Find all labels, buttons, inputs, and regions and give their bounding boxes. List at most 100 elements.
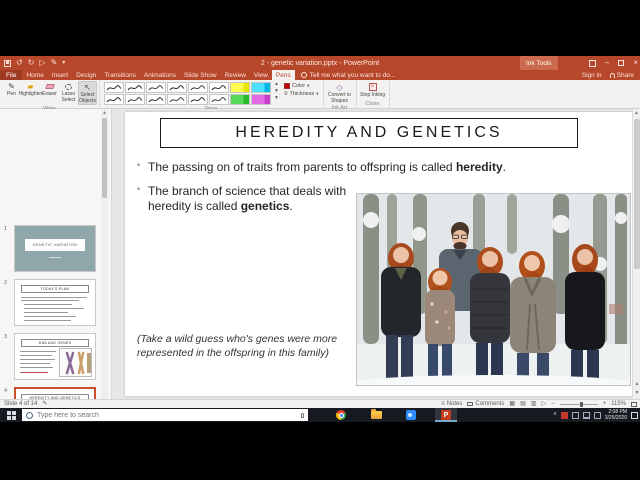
thumbnail-scrollbar[interactable]: ▲: [101, 109, 108, 399]
stop-inking-icon: ×: [368, 83, 377, 91]
volume-icon[interactable]: [593, 411, 601, 419]
tab-home[interactable]: Home: [22, 70, 47, 80]
lasso-select-button[interactable]: Lasso Select: [59, 81, 78, 103]
taskbar-powerpoint-button[interactable]: P: [435, 408, 457, 422]
close-icon[interactable]: ×: [633, 59, 638, 67]
slide-canvas[interactable]: HEREDITY AND GENETICS The passing on of …: [125, 112, 640, 396]
thumbnail-slide-3[interactable]: DNA AND GENES: [14, 333, 96, 380]
ink-thickness-dropdown[interactable]: ≡ Thickness ▾: [284, 91, 319, 97]
pen-style-tile[interactable]: [167, 82, 187, 93]
pen-style-tile[interactable]: [125, 94, 145, 105]
tab-design[interactable]: Design: [72, 70, 100, 80]
scroll-up-icon[interactable]: ▲: [633, 109, 640, 118]
slideshow-start-icon[interactable]: ▷: [39, 59, 45, 67]
tell-me-box[interactable]: Tell me what you want to do...: [295, 70, 402, 80]
gallery-more-icon[interactable]: ▼: [274, 95, 279, 101]
thumbnail-slide-1-subtitle-line: [49, 257, 61, 258]
highlighter-style-tile-cyan[interactable]: [251, 82, 271, 93]
slide-sorter-view-icon[interactable]: ▤: [520, 401, 526, 407]
select-objects-button[interactable]: ↖ Select Objects: [78, 81, 97, 105]
family-photo[interactable]: [343, 193, 640, 395]
pen-style-tile[interactable]: [146, 94, 166, 105]
pen-style-tile[interactable]: [104, 82, 124, 93]
scroll-up-icon[interactable]: ▲: [101, 109, 108, 117]
tray-app-icon[interactable]: [571, 411, 579, 419]
taskbar-chrome-button[interactable]: [330, 408, 352, 422]
zoom-slider[interactable]: [559, 401, 598, 407]
slideshow-view-icon[interactable]: ▷: [541, 401, 546, 407]
tab-animations[interactable]: Animations: [140, 70, 180, 80]
minimize-icon[interactable]: –: [605, 59, 609, 67]
taskbar-search[interactable]: [22, 409, 308, 421]
ink-indicator-icon: ✎: [42, 401, 48, 407]
reading-view-icon[interactable]: ▥: [531, 401, 537, 407]
slide-scrollbar[interactable]: ▲ ▲ ▼: [632, 109, 640, 399]
pen-style-tile[interactable]: [146, 82, 166, 93]
pen-style-gallery[interactable]: [104, 82, 271, 105]
thumbnail-slide-2[interactable]: TODAY'S PLAN: [14, 279, 96, 326]
pen-style-tile[interactable]: [209, 94, 229, 105]
tab-review[interactable]: Review: [221, 70, 250, 80]
tab-pens[interactable]: Pens: [271, 70, 295, 80]
gallery-up-icon[interactable]: ▲: [274, 81, 279, 87]
taskbar-file-explorer-button[interactable]: [365, 408, 387, 422]
lasso-icon: [65, 83, 72, 90]
next-slide-icon[interactable]: ▼: [633, 389, 640, 398]
gallery-down-icon[interactable]: ▼: [274, 88, 279, 94]
undo-icon[interactable]: ↺: [16, 59, 23, 67]
tab-transitions[interactable]: Transitions: [100, 70, 140, 80]
pen-style-tile[interactable]: [125, 82, 145, 93]
microphone-icon[interactable]: [301, 412, 304, 418]
ink-color-dropdown[interactable]: Color ▾: [283, 83, 319, 89]
scrollbar-thumb[interactable]: [102, 118, 107, 198]
text-line: [21, 297, 87, 298]
convert-to-shapes-button[interactable]: ◇ Convert to Shapes: [326, 81, 354, 104]
tab-insert[interactable]: Insert: [48, 70, 72, 80]
fit-slide-to-window-icon[interactable]: [631, 401, 637, 407]
previous-slide-icon[interactable]: ▲: [633, 380, 640, 389]
comments-button[interactable]: Comments: [467, 401, 504, 407]
highlighter-style-tile-yellow[interactable]: [230, 82, 250, 93]
highlighter-style-tile-green[interactable]: [230, 94, 250, 105]
restore-icon[interactable]: [618, 60, 625, 66]
taskbar-app-button[interactable]: [400, 408, 422, 422]
start-button[interactable]: [0, 408, 22, 422]
tray-app-icon[interactable]: [560, 411, 568, 419]
notes-button[interactable]: ≡ Notes: [441, 401, 462, 407]
zoom-level[interactable]: 115%: [611, 401, 626, 407]
scrollbar-thumb[interactable]: [634, 119, 640, 269]
action-center-icon[interactable]: [631, 411, 638, 419]
pen-style-tile[interactable]: [188, 94, 208, 105]
stop-inking-button[interactable]: × Stop Inking: [359, 81, 387, 99]
redo-icon[interactable]: ↻: [28, 59, 35, 67]
eraser-button[interactable]: Eraser: [40, 81, 59, 98]
slide-title-placeholder[interactable]: HEREDITY AND GENETICS: [160, 118, 578, 148]
normal-view-icon[interactable]: ▦: [509, 401, 515, 407]
taskbar-clock[interactable]: 2:08 PM 3/25/2020: [605, 409, 627, 422]
text-line: [24, 308, 84, 309]
thumbnail-slide-4[interactable]: HEREDITY AND GENETICS: [14, 387, 96, 399]
zoom-slider-thumb[interactable]: [580, 401, 584, 407]
pen-style-tile[interactable]: [104, 94, 124, 105]
search-input[interactable]: [37, 411, 297, 419]
highlighter-button[interactable]: ▰ Highlighter: [19, 81, 43, 98]
tab-slide-show[interactable]: Slide Show: [180, 70, 221, 80]
display-icon[interactable]: [582, 411, 590, 419]
share-button[interactable]: Share: [609, 72, 634, 79]
highlighter-style-tile-magenta[interactable]: [251, 94, 271, 105]
save-icon[interactable]: [4, 59, 11, 67]
zoom-out-icon[interactable]: −: [551, 401, 555, 407]
tab-file[interactable]: File: [0, 70, 23, 80]
pen-style-tile[interactable]: [167, 94, 187, 105]
qat-customize-icon[interactable]: ▾: [62, 60, 65, 66]
zoom-in-icon[interactable]: +: [603, 401, 607, 407]
notes-icon: ≡: [441, 401, 445, 407]
tray-expand-icon[interactable]: ˄: [553, 412, 557, 418]
ribbon-display-options-icon[interactable]: [588, 59, 596, 67]
pen-mode-icon[interactable]: ✎: [51, 59, 58, 67]
thumbnail-slide-1[interactable]: GENETIC VARIATION: [14, 225, 96, 272]
sign-in-link[interactable]: Sign in: [582, 72, 602, 79]
pen-style-tile[interactable]: [209, 82, 229, 93]
pen-style-tile[interactable]: [188, 82, 208, 93]
tab-view[interactable]: View: [250, 70, 272, 80]
